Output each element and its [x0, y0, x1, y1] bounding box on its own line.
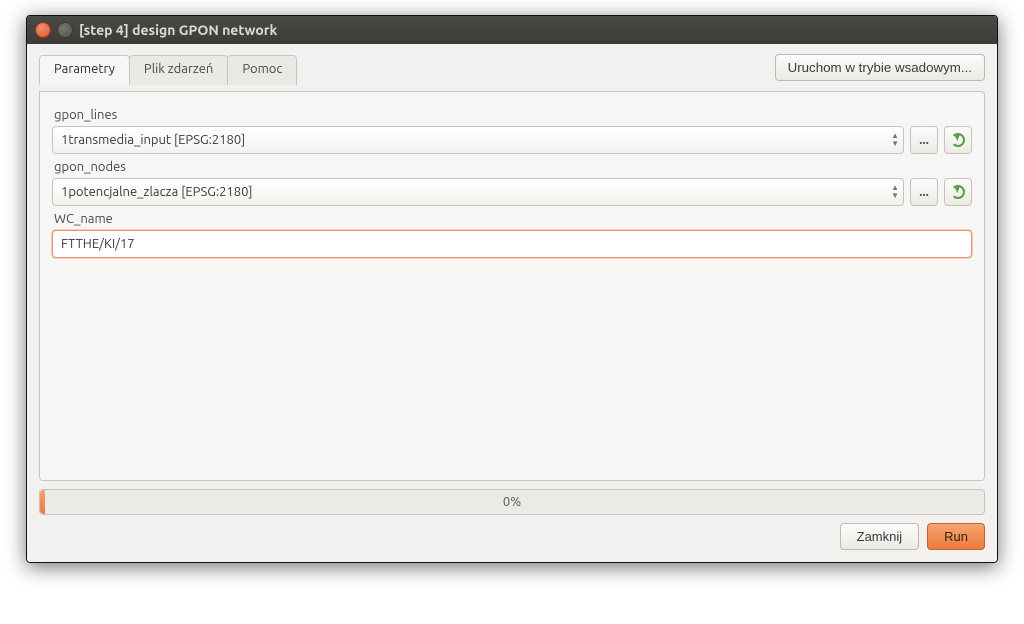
close-button[interactable]: Zamknij — [840, 523, 920, 550]
run-button[interactable]: Run — [927, 523, 985, 550]
label-gpon-nodes: gpon_nodes — [54, 160, 972, 174]
tabs: Parametry Plik zdarzeń Pomoc — [39, 54, 296, 84]
spinner-icon[interactable]: ▲▼ — [891, 184, 899, 200]
browse-gpon-nodes-button[interactable]: ... — [910, 178, 938, 206]
reload-gpon-nodes-button[interactable] — [944, 178, 972, 206]
label-wc-name: WC_name — [54, 212, 972, 226]
tab-pomoc[interactable]: Pomoc — [227, 55, 297, 85]
combo-gpon-nodes-value: 1potencjalne_zlacza [EPSG:2180] — [61, 185, 885, 199]
reload-icon — [951, 133, 965, 147]
tab-row: Parametry Plik zdarzeń Pomoc Uruchom w t… — [39, 54, 985, 84]
close-icon[interactable] — [35, 22, 51, 38]
window-body: Parametry Plik zdarzeń Pomoc Uruchom w t… — [27, 44, 997, 562]
tab-parametry[interactable]: Parametry — [39, 55, 130, 85]
reload-icon — [951, 185, 965, 199]
progress-bar: 0% — [39, 489, 985, 515]
progress-text: 0% — [503, 495, 521, 509]
tab-pane-parametry: gpon_lines 1transmedia_input [EPSG:2180]… — [39, 91, 985, 481]
combo-gpon-lines-value: 1transmedia_input [EPSG:2180] — [61, 133, 885, 147]
minimize-icon[interactable] — [57, 22, 73, 38]
dialog-footer: Zamknij Run — [39, 523, 985, 550]
reload-gpon-lines-button[interactable] — [944, 126, 972, 154]
window-title: [step 4] design GPON network — [79, 22, 277, 38]
dialog-window: [step 4] design GPON network Parametry P… — [26, 15, 998, 563]
browse-gpon-lines-button[interactable]: ... — [910, 126, 938, 154]
titlebar[interactable]: [step 4] design GPON network — [27, 16, 997, 44]
label-gpon-lines: gpon_lines — [54, 108, 972, 122]
batch-mode-button[interactable]: Uruchom w trybie wsadowym... — [775, 54, 985, 81]
spinner-icon[interactable]: ▲▼ — [891, 132, 899, 148]
combo-gpon-nodes[interactable]: 1potencjalne_zlacza [EPSG:2180] ▲▼ — [52, 178, 904, 206]
progress-fill — [40, 490, 45, 514]
wc-name-input[interactable] — [52, 230, 972, 258]
combo-gpon-lines[interactable]: 1transmedia_input [EPSG:2180] ▲▼ — [52, 126, 904, 154]
tab-plik-zdarzen[interactable]: Plik zdarzeń — [129, 55, 228, 85]
